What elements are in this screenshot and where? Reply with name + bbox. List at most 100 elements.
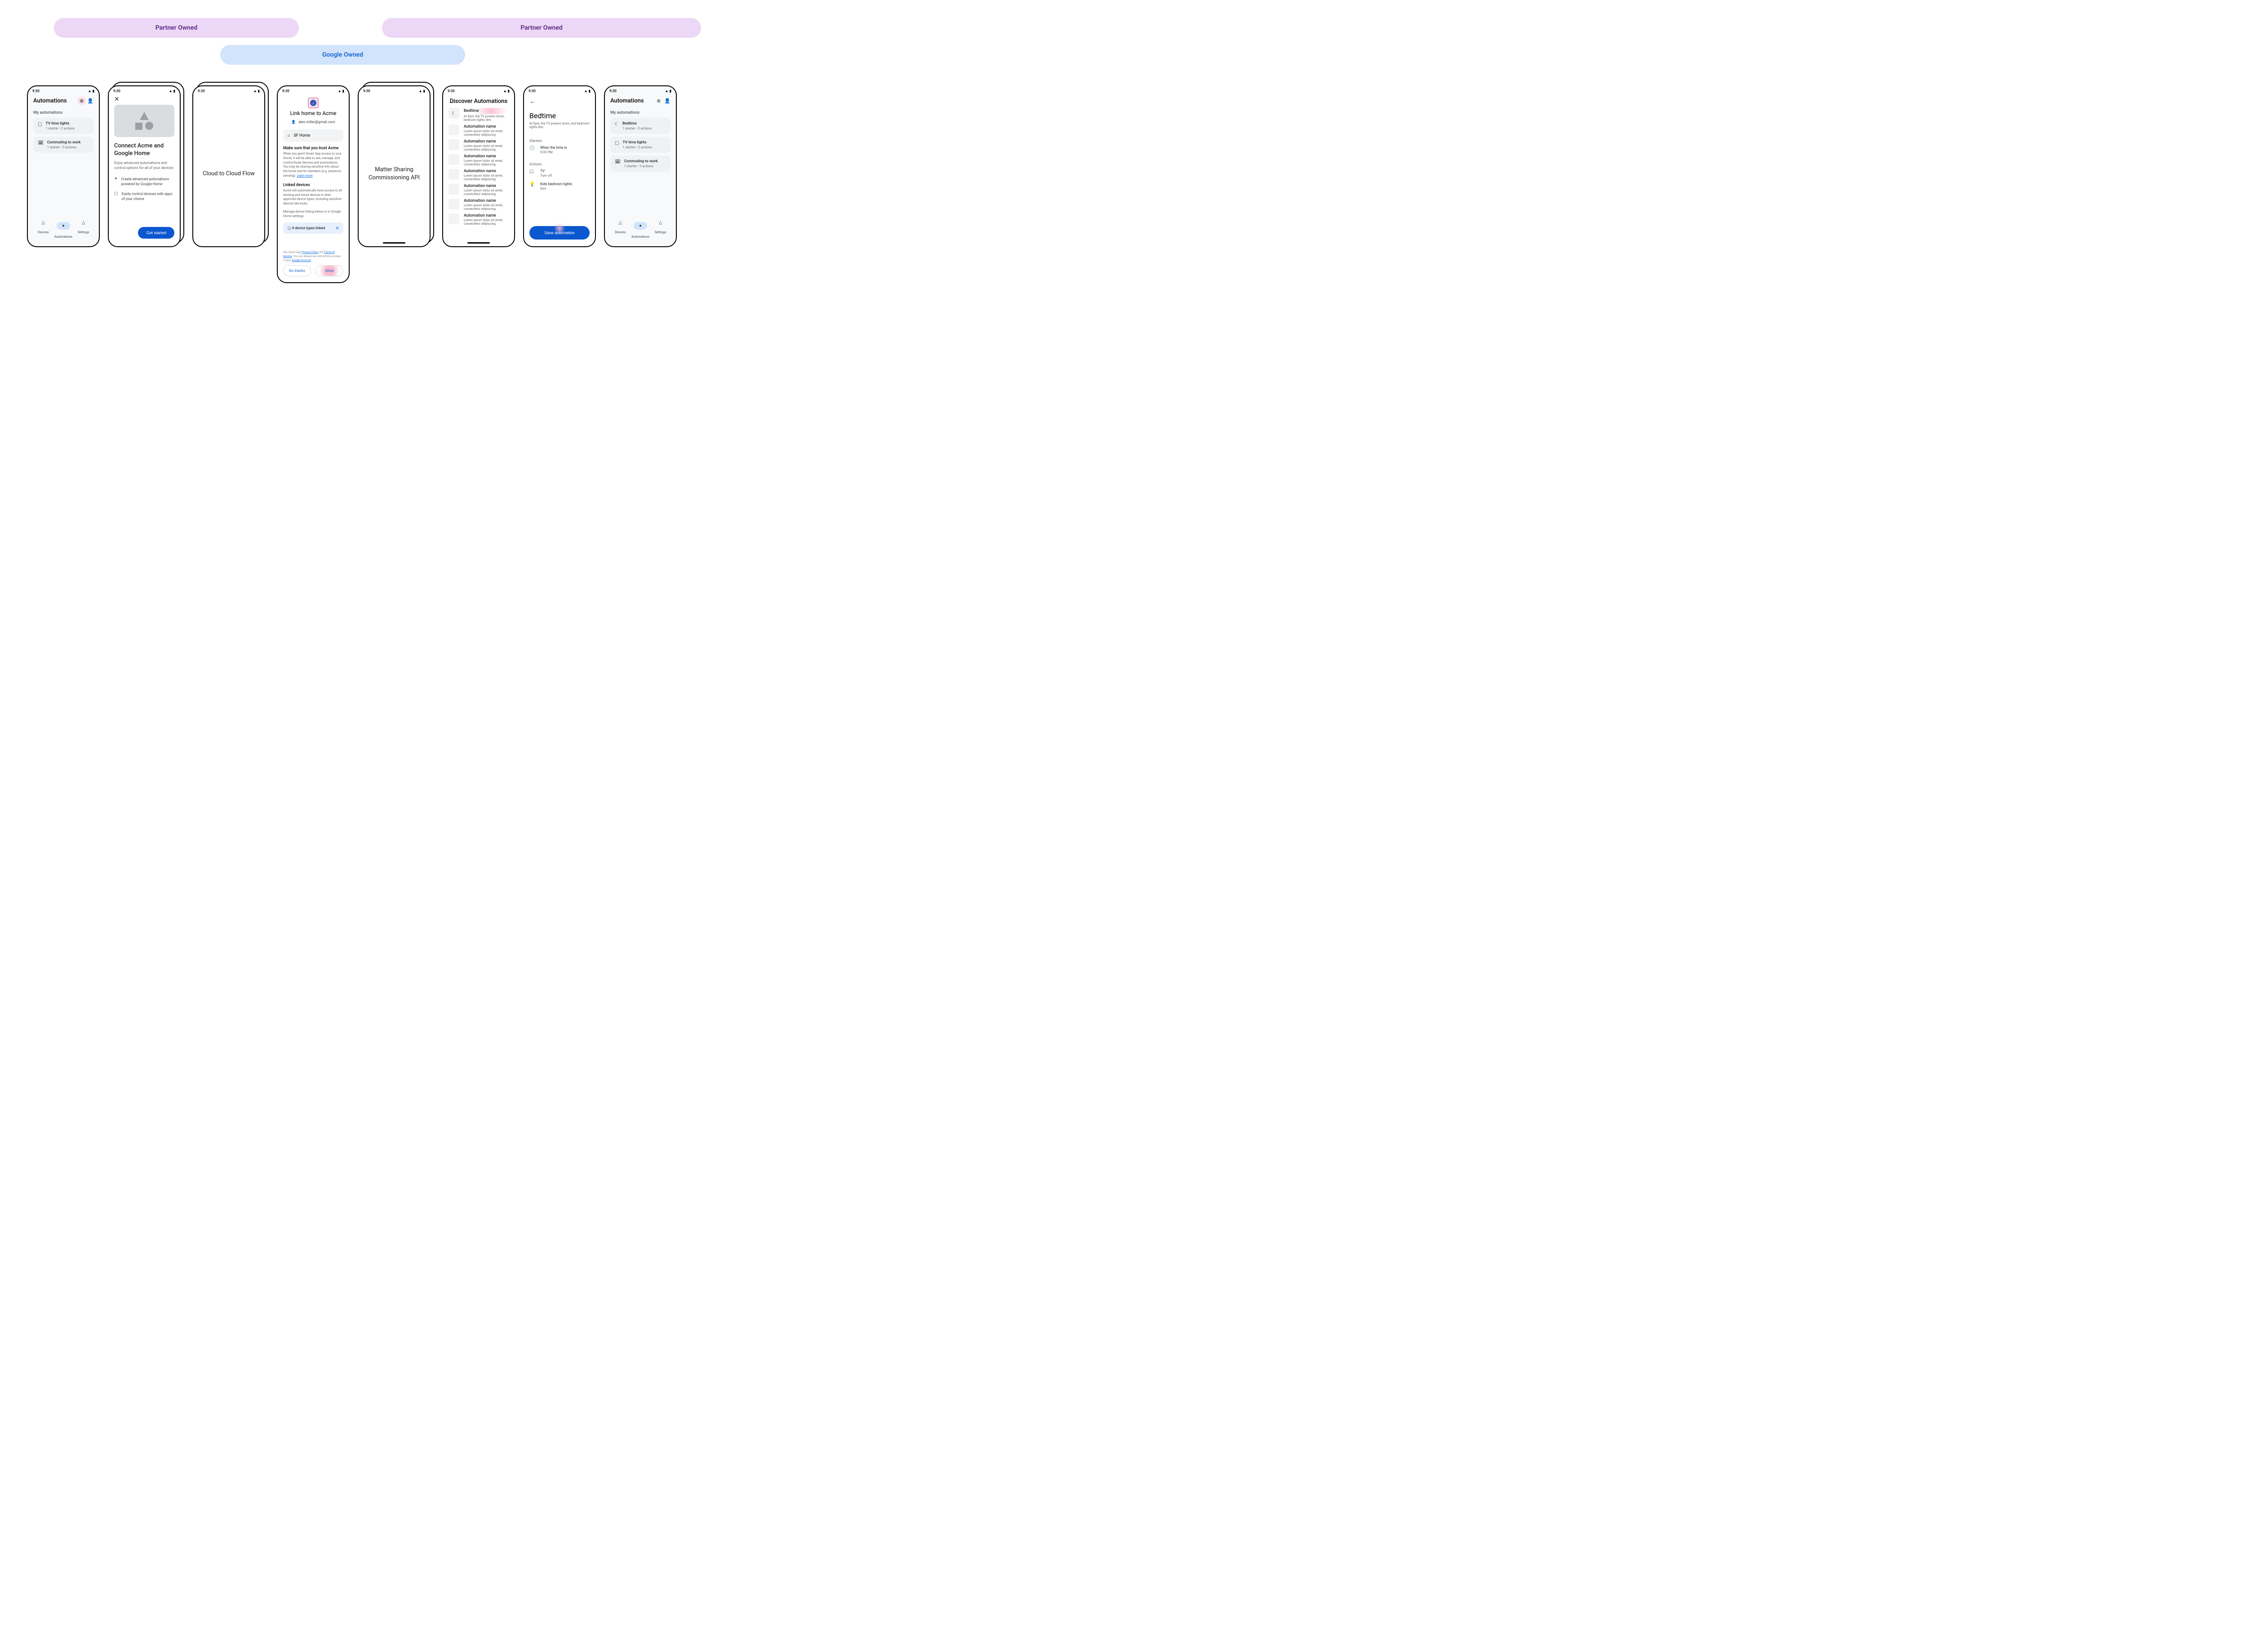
wifi-icon: ▲ [169,89,173,93]
house-icon: ⌂ [288,133,290,138]
phone-matter: 9:30▲▮ Matter Sharing Commissioning API [358,85,431,247]
my-automations-label: My automations [33,111,93,115]
discover-item[interactable]: Automation nameLorem ipsum dolor sit ame… [449,154,509,166]
google-account-link[interactable]: Google Account [292,259,311,262]
calendar-icon: 🗓 [615,160,621,164]
banner-partner-1: Partner Owned [54,18,299,38]
battery-icon: ▮ [93,89,94,93]
wifi-icon: ▲ [253,89,257,93]
ownership-banners: Partner Owned Google Owned Partner Owned [27,18,2220,72]
bottom-nav: △Devices ●Automations △Settings [33,217,93,245]
add-automation-icon[interactable]: ⊕ [77,95,86,107]
feature-automations: ✦Create advanced automations powered by … [114,177,174,187]
home-indicator [467,242,490,244]
allow-button[interactable]: Allow [315,265,343,276]
discover-item[interactable]: Automation nameLorem ipsum dolor sit ame… [449,124,509,137]
automation-card-bedtime[interactable]: ☾ Bedtime1 starter • 2 actions [610,118,671,134]
moon-icon: ☾ [615,122,619,127]
phone-connect-acme: 9:30▲▮ ✕ Connect Acme and Google Home En… [108,85,181,247]
card-title: Bedtime [622,121,652,126]
account-icon[interactable]: 👤 [664,98,671,104]
tv-icon: ▢ [615,141,619,146]
discover-item[interactable]: Automation nameLorem ipsum dolor sit ame… [449,184,509,196]
automation-card-tv[interactable]: ▢ TV time lights1 starter • 2 actions [33,118,93,134]
action-value: Turn off [540,173,552,178]
nav-devices[interactable]: △Devices [33,220,53,240]
status-bar: 9:30▲▮ [524,86,595,94]
device-types-row[interactable]: ▢ 4 device types linked ⚙ [283,222,343,234]
card-subtitle: 1 starter • 3 actions [47,145,81,149]
action-lights-row[interactable]: 💡Kids bedroom lightsDim [529,182,590,191]
item-title: Automation name [464,184,509,188]
trust-title: Make sure that you trust Acme [283,146,343,151]
nav-settings[interactable]: △Settings [73,220,93,240]
phone-cloud-flow: 9:30▲▮ Cloud to Cloud Flow [192,85,265,247]
nav-devices[interactable]: △Devices [610,220,631,240]
connect-title: Connect Acme and Google Home [114,142,174,158]
legal-text: See Smart App Privacy Policy and Terms o… [283,250,343,262]
discover-item[interactable]: ☾BedtimeAt 9pm, the TV powers down, bedr… [449,108,509,122]
discover-list: ☾BedtimeAt 9pm, the TV powers down, bedr… [449,108,509,226]
action-label: TV [540,169,552,173]
square-shape [135,123,142,130]
add-automation-icon[interactable]: ⊕ [657,98,661,104]
automations-icon: ● [57,222,70,230]
save-automation-button[interactable]: Save automation [529,226,590,240]
learn-more-link[interactable]: Learn more [297,174,312,178]
page-title: Automations [33,98,67,104]
action-label: Kids bedroom lights [540,182,572,186]
close-button[interactable]: ✕ [114,94,174,105]
discover-item[interactable]: Automation nameLorem ipsum dolor sit ame… [449,213,509,226]
nav-settings[interactable]: △Settings [650,220,671,240]
automation-card-tv[interactable]: ▢ TV time lights1 starter • 2 actions [610,137,671,153]
discover-item[interactable]: Automation nameLorem ipsum dolor sit ame… [449,139,509,151]
actions-label: Actions [529,162,590,166]
phone-cloud-flow-stack: 9:30▲▮ Cloud to Cloud Flow [192,85,269,247]
action-value: Dim [540,187,572,191]
nav-automations[interactable]: ●Automations [631,220,651,240]
discover-item[interactable]: Automation nameLorem ipsum dolor sit ame… [449,199,509,211]
nav-automations[interactable]: ●Automations [53,220,74,240]
banner-partner-2: Partner Owned [382,18,701,38]
automation-card-commute[interactable]: 🗓 Commuting to work1 starter • 3 actions [610,155,671,172]
thumbnail [449,184,459,195]
wifi-icon: ▲ [503,89,507,93]
discover-item[interactable]: Automation nameLorem ipsum dolor sit ame… [449,169,509,181]
battery-icon: ▮ [173,89,175,93]
action-tv-row[interactable]: ▢TVTurn off [529,169,590,178]
cloud-flow-label: Cloud to Cloud Flow [193,94,264,247]
devices-icon: △ [610,220,631,225]
starter-row[interactable]: 🕘When the time is9:00 PM [529,146,590,154]
item-title: Automation name [464,199,509,203]
item-subtitle: Lorem ipsum dolor sit amet, consectetur … [464,129,509,137]
no-thanks-button[interactable]: No thanks [283,265,311,276]
device-icon: ▢ [288,226,292,230]
get-started-button[interactable]: Get started [138,227,174,239]
user-email: alex.miller@gmail.com [298,120,335,124]
battery-icon: ▮ [423,89,425,93]
person-icon: 👤 [291,120,296,124]
card-title: Commuting to work [624,159,658,164]
thumbnail [449,139,459,150]
home-selector[interactable]: ⌂SF Home [283,129,343,142]
card-subtitle: 1 starter • 3 actions [624,164,658,168]
status-time: 9:30 [113,89,120,93]
gear-icon[interactable]: ⚙ [336,226,339,230]
privacy-link[interactable]: Privacy Policy [302,251,318,254]
phone-automations-initial: 9:30▲▮ Automations ⊕ 👤 My automations ▢ … [27,85,100,247]
battery-icon: ▮ [258,89,260,93]
bedtime-title: Bedtime [529,111,590,120]
device-count: 4 device types linked [292,226,325,230]
back-button[interactable]: ← [529,98,536,105]
status-time: 9:30 [363,89,370,93]
starter-value: 9:00 PM [540,150,567,154]
status-bar: 9:30▲▮ [443,86,514,94]
automation-card-commute[interactable]: 🗓 Commuting to work1 starter • 3 actions [33,137,93,153]
account-icon[interactable]: 👤 [87,98,93,104]
item-subtitle: At 9pm, the TV powers down, bedroom ligh… [464,115,509,122]
phone-discover: 9:30▲▮ ←Discover Automations ☾BedtimeAt … [442,85,515,247]
calendar-icon: 🗓 [38,141,44,146]
thumbnail [449,199,459,209]
tv-icon: ▢ [38,122,42,127]
item-title: Automation name [464,124,509,129]
